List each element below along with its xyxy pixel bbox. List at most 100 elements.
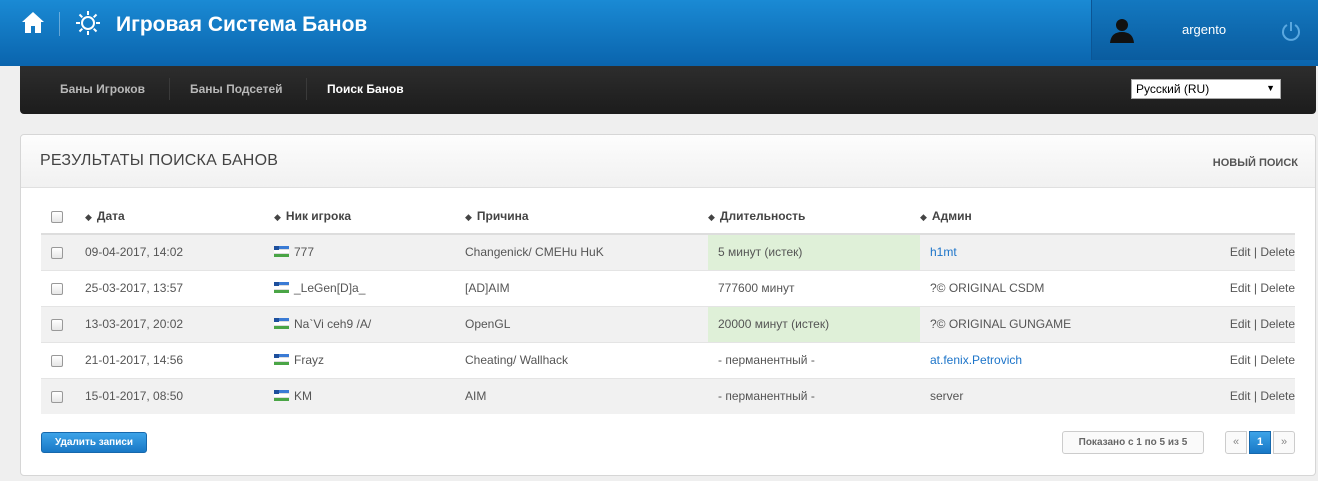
results-panel: РЕЗУЛЬТАТЫ ПОИСКА БАНОВ НОВЫЙ ПОИСК ◆ Дат…: [20, 134, 1316, 476]
delete-link[interactable]: Delete: [1260, 317, 1295, 331]
nick-cell: Na`Vi ceh9 /A/: [274, 305, 465, 342]
date-cell: 25-03-2017, 13:57: [85, 269, 274, 306]
row-select-cell: [41, 377, 85, 414]
column-header-admin[interactable]: ◆ Админ: [920, 199, 1175, 235]
row-checkbox[interactable]: [51, 282, 63, 295]
actions-cell: Edit | Delete: [1175, 233, 1295, 270]
home-icon[interactable]: [20, 10, 46, 36]
pagination-page-current[interactable]: 1: [1249, 431, 1271, 454]
reason-cell: [AD]AIM: [465, 269, 708, 306]
flag-icon: [274, 354, 289, 365]
admin-link[interactable]: at.fenix.Petrovich: [930, 353, 1022, 367]
edit-link[interactable]: Edit: [1230, 281, 1251, 295]
actions-cell: Edit | Delete: [1175, 377, 1295, 414]
panel-header: РЕЗУЛЬТАТЫ ПОИСКА БАНОВ НОВЫЙ ПОИСК: [21, 135, 1315, 188]
action-separator: |: [1253, 389, 1257, 404]
nav-item-ban-search[interactable]: Поиск Банов: [327, 82, 404, 96]
app-title: Игровая Система Банов: [116, 13, 368, 36]
date-cell: 15-01-2017, 08:50: [85, 377, 274, 414]
date-cell: 09-04-2017, 14:02: [85, 233, 274, 270]
action-separator: |: [1253, 317, 1257, 331]
power-icon[interactable]: [1280, 20, 1302, 42]
gear-icon[interactable]: [74, 9, 102, 37]
flag-icon: [274, 246, 289, 258]
row-checkbox[interactable]: [51, 247, 63, 260]
duration-cell: - перманентный -: [708, 377, 920, 414]
nav-item-player-bans[interactable]: Баны Игроков: [60, 82, 145, 96]
top-header: Игровая Система Банов argento: [0, 0, 1318, 66]
admin-link[interactable]: h1mt: [930, 245, 957, 259]
edit-link[interactable]: Edit: [1230, 245, 1251, 259]
table-row[interactable]: 09-04-2017, 14:02 777 Changenick/ CMEHu Hu…: [41, 233, 1295, 270]
table-row[interactable]: 25-03-2017, 13:57 _LeGen[D]a_ [AD]AIM 77760…: [41, 269, 1295, 306]
table-row[interactable]: 15-01-2017, 08:50 KM AIM - перманентный - se…: [41, 377, 1295, 414]
nav-divider: [169, 78, 170, 100]
table-row[interactable]: 21-01-2017, 14:56 Frayz Cheating/ Wallhack…: [41, 341, 1295, 378]
column-header-nick[interactable]: ◆ Ник игрока: [274, 199, 465, 235]
nick-cell: _LeGen[D]a_: [274, 269, 465, 306]
action-separator: |: [1253, 353, 1257, 367]
select-all-checkbox[interactable]: [51, 210, 63, 223]
player-nick: KM: [294, 389, 312, 404]
nav-item-subnet-bans[interactable]: Баны Подсетей: [190, 82, 283, 96]
language-select[interactable]: Русский (RU) ▼: [1131, 79, 1281, 99]
sort-icon: ◆: [85, 212, 92, 222]
bans-table: ◆ Дата ◆ Ник игрока ◆ Причина ◆ Длительность…: [41, 199, 1295, 414]
header-divider: [59, 12, 60, 36]
column-header-duration[interactable]: ◆ Длительность: [708, 199, 920, 235]
pagination-next[interactable]: »: [1273, 431, 1295, 454]
column-header-actions: [1175, 199, 1295, 235]
actions-cell: Edit | Delete: [1175, 305, 1295, 342]
date-cell: 21-01-2017, 14:56: [85, 341, 274, 378]
flag-icon: [274, 390, 289, 402]
delete-records-button[interactable]: Удалить записи: [41, 432, 147, 453]
admin-name: ?© ORIGINAL GUNGAME: [930, 317, 1072, 331]
reason-cell: Changenick/ CMEHu HuK: [465, 233, 708, 270]
sort-icon: ◆: [465, 212, 472, 222]
dropdown-arrow-icon: ▼: [1266, 83, 1275, 93]
row-select-cell: [41, 269, 85, 306]
column-header-reason[interactable]: ◆ Причина: [465, 199, 708, 235]
reason-cell: OpenGL: [465, 305, 708, 342]
duration-cell: 777600 минут: [708, 269, 920, 306]
column-header-date[interactable]: ◆ Дата: [85, 199, 274, 235]
flag-icon: [274, 318, 289, 329]
delete-link[interactable]: Delete: [1260, 245, 1295, 259]
actions-cell: Edit | Delete: [1175, 341, 1295, 378]
table-row[interactable]: 13-03-2017, 20:02 Na`Vi ceh9 /A/OpenGL 200…: [41, 305, 1295, 342]
delete-link[interactable]: Delete: [1260, 389, 1295, 403]
username[interactable]: argento: [1182, 22, 1226, 37]
sort-icon: ◆: [274, 212, 281, 222]
row-checkbox[interactable]: [51, 318, 63, 331]
player-nick: Na`Vi ceh9 /A/: [294, 317, 372, 331]
nick-cell: 777: [274, 233, 465, 270]
admin-cell: at.fenix.Petrovich: [920, 341, 1175, 378]
player-nick: 777: [294, 245, 315, 260]
duration-cell: - перманентный -: [708, 341, 920, 378]
duration-cell: 20000 минут (истек): [708, 305, 920, 342]
reason-cell: Cheating/ Wallhack: [465, 341, 708, 378]
admin-name: server: [930, 389, 964, 404]
reason-cell: AIM: [465, 377, 708, 414]
sort-icon: ◆: [708, 212, 715, 222]
player-nick: _LeGen[D]a_: [294, 281, 366, 295]
select-all-cell: [41, 199, 85, 235]
edit-link[interactable]: Edit: [1230, 353, 1251, 367]
records-shown-info: Показано с 1 по 5 из 5: [1062, 431, 1204, 454]
player-nick: Frayz: [294, 353, 324, 367]
pagination-prev[interactable]: «: [1225, 431, 1247, 454]
delete-link[interactable]: Delete: [1260, 281, 1295, 295]
user-box: argento: [1091, 0, 1318, 60]
row-checkbox[interactable]: [51, 391, 63, 404]
delete-link[interactable]: Delete: [1260, 353, 1295, 367]
row-select-cell: [41, 305, 85, 342]
language-value: Русский (RU): [1136, 82, 1210, 96]
duration-cell: 5 минут (истек): [708, 233, 920, 270]
panel-title: РЕЗУЛЬТАТЫ ПОИСКА БАНОВ: [40, 152, 279, 169]
admin-cell: h1mt: [920, 233, 1175, 270]
action-separator: |: [1253, 245, 1257, 260]
row-checkbox[interactable]: [51, 354, 63, 367]
edit-link[interactable]: Edit: [1230, 317, 1251, 331]
edit-link[interactable]: Edit: [1230, 389, 1251, 403]
new-search-link[interactable]: НОВЫЙ ПОИСК: [1213, 157, 1298, 169]
